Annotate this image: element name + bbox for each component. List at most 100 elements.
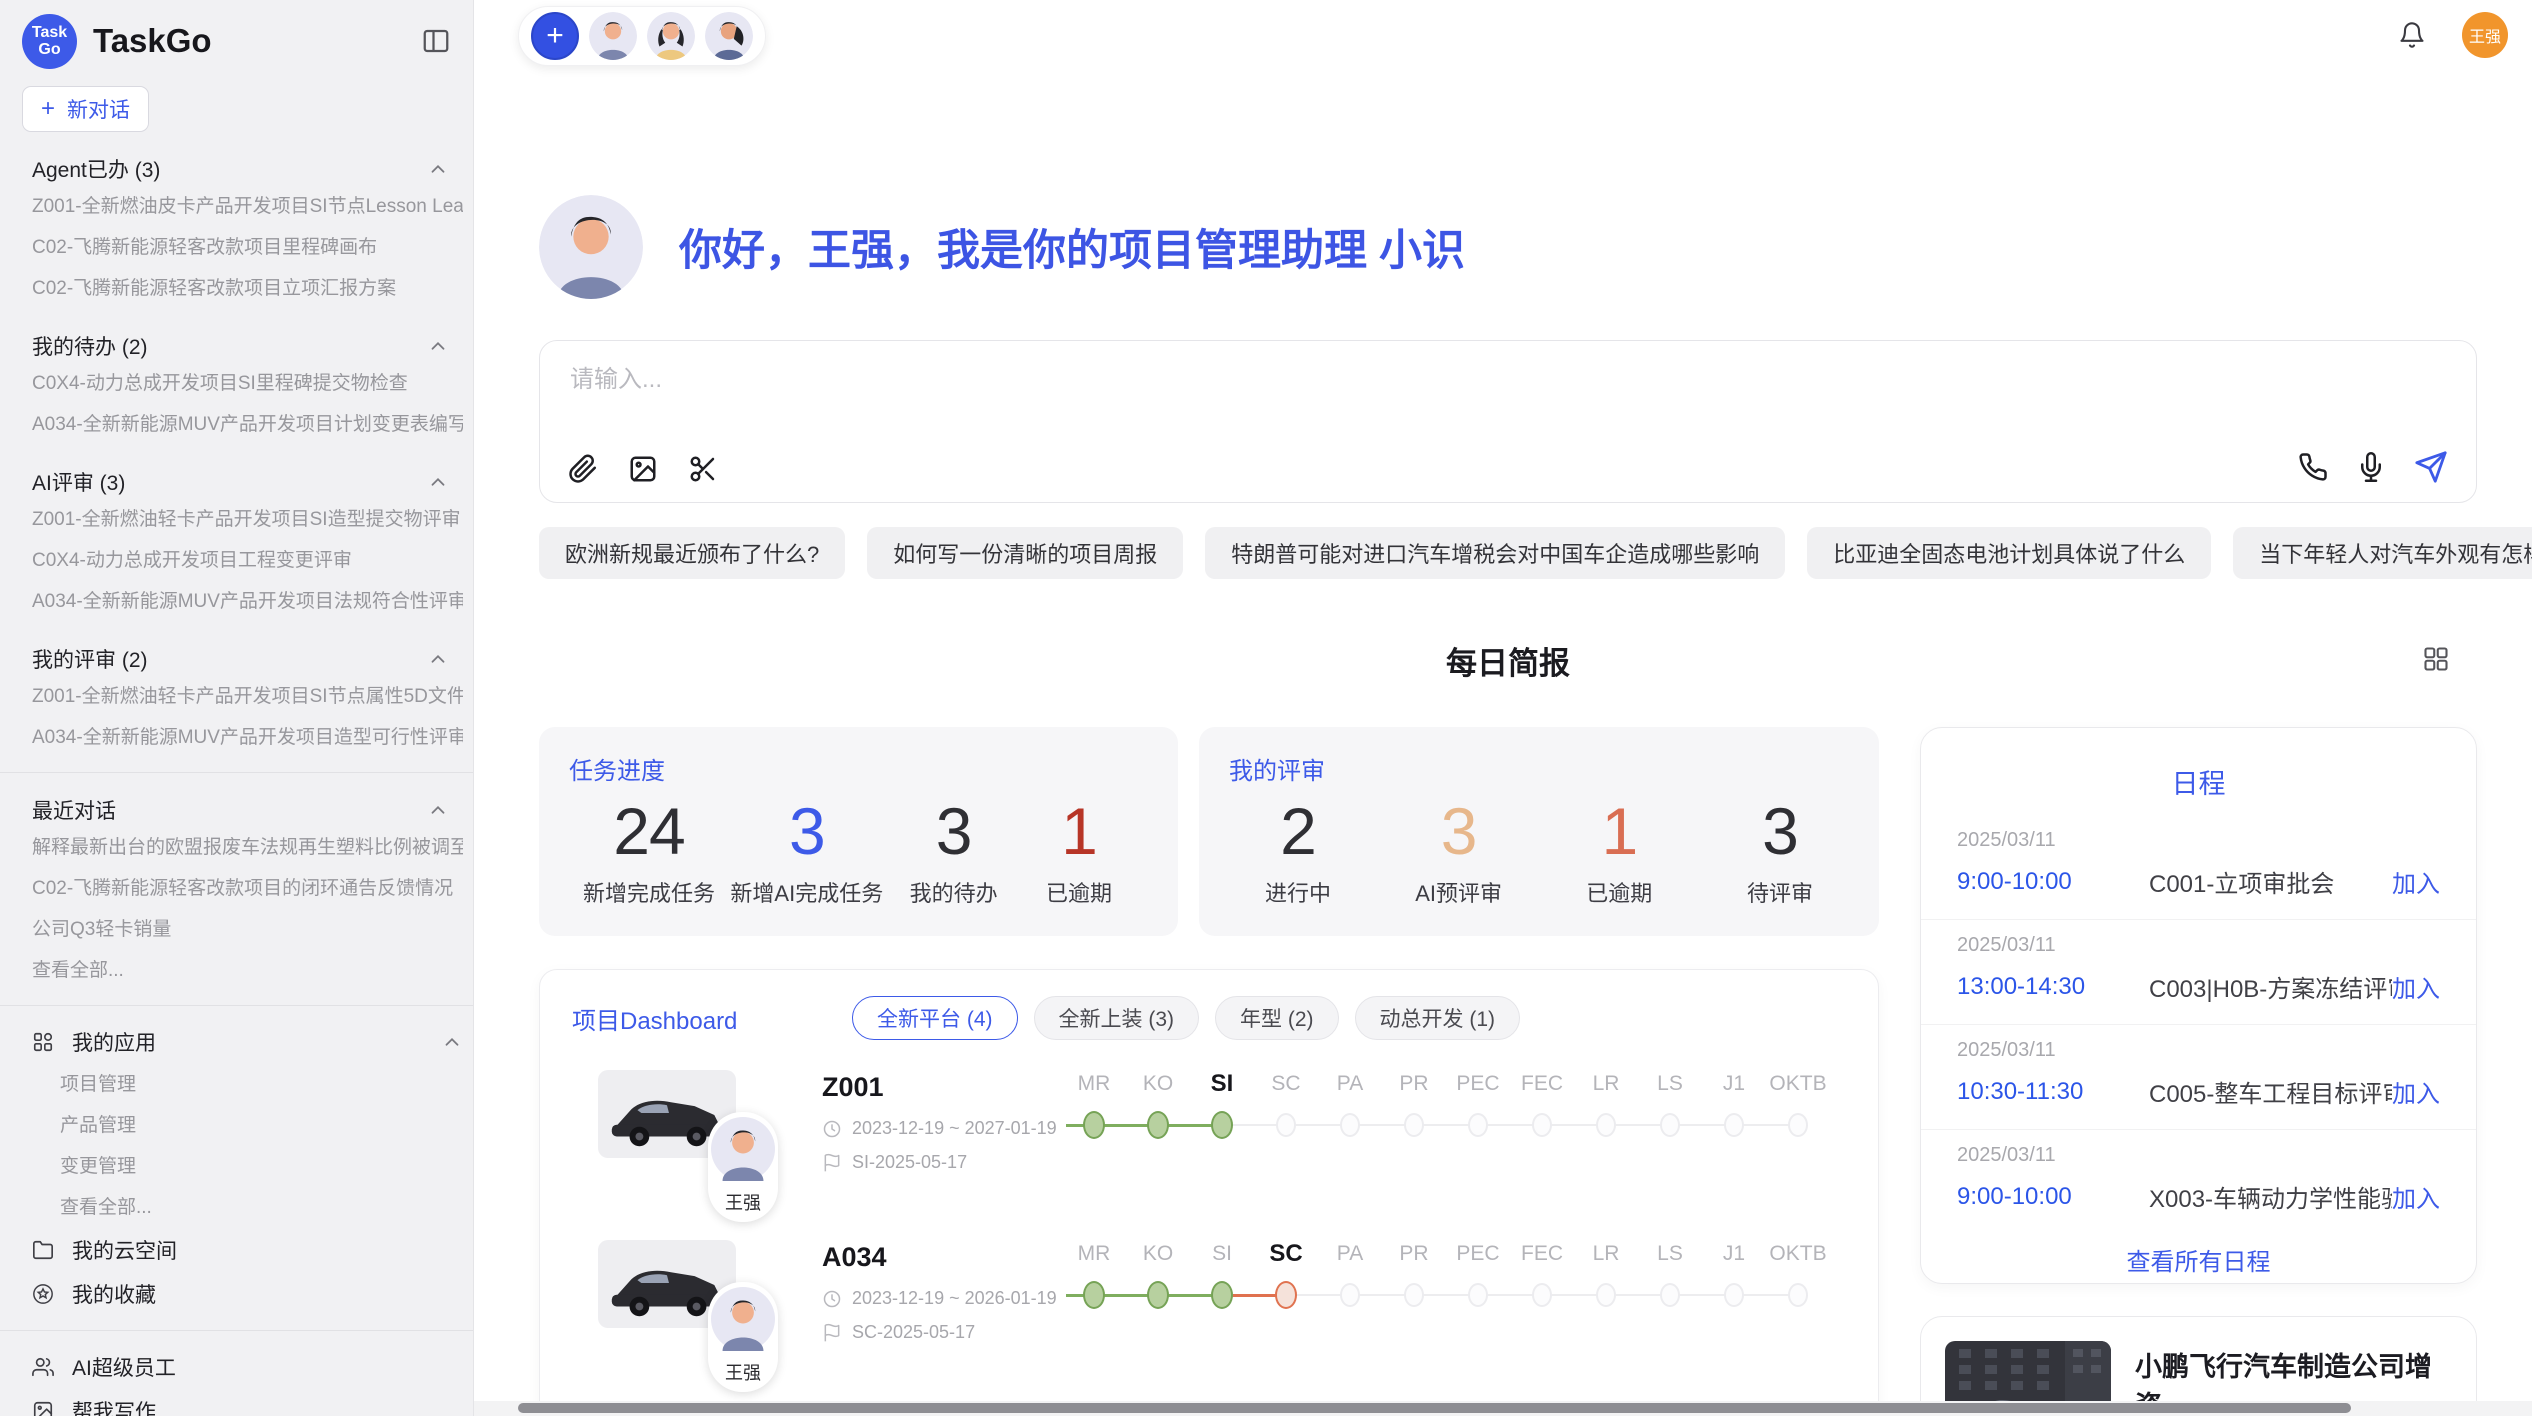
milestone-dot-todo[interactable] xyxy=(1404,1113,1424,1137)
recent-chat-item[interactable]: 公司Q3轻卡销量 xyxy=(32,909,463,950)
dashboard-filter-chip[interactable]: 动总开发 (1) xyxy=(1355,996,1521,1040)
sidebar-item[interactable]: C0X4-动力总成开发项目工程变更评审 xyxy=(32,540,463,581)
sidebar-item[interactable]: A034-全新新能源MUV产品开发项目计划变更表编写 xyxy=(32,404,463,445)
sidebar-item[interactable]: C02-飞腾新能源轻客改款项目立项汇报方案 xyxy=(32,268,463,309)
folder-icon xyxy=(32,1239,54,1261)
suggestion-chip[interactable]: 比亚迪全固态电池计划具体说了什么 xyxy=(1807,527,2211,579)
milestone-dot-todo[interactable] xyxy=(1468,1283,1488,1307)
milestone-dot-todo[interactable] xyxy=(1724,1113,1744,1137)
view-all-schedule-link[interactable]: 查看所有日程 xyxy=(1921,1242,2476,1277)
teammate-avatar[interactable] xyxy=(705,12,753,60)
image-icon[interactable] xyxy=(628,454,658,484)
suggestion-chip[interactable]: 如何写一份清晰的项目周报 xyxy=(867,527,1183,579)
app-item[interactable]: 变更管理 xyxy=(60,1146,463,1187)
sidebar-item[interactable]: A034-全新新能源MUV产品开发项目法规符合性评审 xyxy=(32,581,463,622)
notifications-bell-icon[interactable] xyxy=(2398,21,2426,49)
stat-value: 3 xyxy=(730,792,883,870)
sidebar-section-header[interactable]: 我的待办 (2) xyxy=(32,331,449,361)
horizontal-scrollbar-thumb[interactable] xyxy=(518,1403,2351,1413)
join-meeting-link[interactable]: 加入 xyxy=(2392,864,2440,899)
milestone-dot-done[interactable] xyxy=(1147,1281,1169,1309)
milestone-dot-todo[interactable] xyxy=(1596,1113,1616,1137)
stat-value: 24 xyxy=(583,792,715,870)
chat-input[interactable] xyxy=(568,365,1772,395)
app-item[interactable]: 项目管理 xyxy=(60,1064,463,1105)
project-owner-badge: 王强 xyxy=(708,1282,778,1392)
milestone-dot-todo[interactable] xyxy=(1532,1113,1552,1137)
greeting-text: 你好，王强，我是你的项目管理助理 小识 xyxy=(679,216,1465,278)
milestone-dot-todo[interactable] xyxy=(1788,1113,1808,1137)
dashboard-filter-chip[interactable]: 全新平台 (4) xyxy=(852,996,1018,1040)
sidebar-link[interactable]: 我的收藏 xyxy=(32,1272,463,1316)
sidebar-item[interactable]: Z001-全新燃油轻卡产品开发项目SI节点属性5D文件评审 xyxy=(32,676,463,717)
task-progress-card: 任务进度24新增完成任务3新增AI完成任务3我的待办1已逾期 xyxy=(539,727,1178,936)
dashboard-filter-chip[interactable]: 年型 (2) xyxy=(1215,996,1339,1040)
new-chat-button[interactable]: + 新对话 xyxy=(22,86,149,132)
milestone-dot-todo[interactable] xyxy=(1724,1283,1744,1307)
milestone-dot-todo[interactable] xyxy=(1660,1113,1680,1137)
dashboard-filter-chip[interactable]: 全新上装 (3) xyxy=(1034,996,1200,1040)
stat-label: 新增AI完成任务 xyxy=(730,876,883,908)
sidebar-collapse-icon[interactable] xyxy=(421,26,451,56)
apps-view-all-link[interactable]: 查看全部... xyxy=(60,1187,463,1228)
milestone-label: PA xyxy=(1318,1072,1382,1096)
milestone-dot-todo[interactable] xyxy=(1468,1113,1488,1137)
milestone-dot-done[interactable] xyxy=(1083,1111,1105,1139)
chevron-up-icon xyxy=(427,799,449,821)
project-row[interactable]: 王强A0342023-12-19 ~ 2026-01-19SC-2025-05-… xyxy=(540,1228,1878,1398)
sidebar-section-header[interactable]: 最近对话 xyxy=(32,795,449,825)
milestone-label: FEC xyxy=(1510,1242,1574,1266)
sidebar-item-my-apps[interactable]: 我的应用 xyxy=(32,1020,463,1064)
sidebar-item[interactable]: C02-飞腾新能源轻客改款项目里程碑画布 xyxy=(32,227,463,268)
milestone-dot-done[interactable] xyxy=(1083,1281,1105,1309)
suggestion-chip[interactable]: 当下年轻人对汽车外观有怎样的喜好趋势 xyxy=(2233,527,2532,579)
project-date-range: 2023-12-19 ~ 2027-01-19 xyxy=(822,1118,1057,1139)
stat-item: 1已逾期 xyxy=(1024,792,1134,908)
sidebar-item[interactable]: Z001-全新燃油轻卡产品开发项目SI造型提交物评审 xyxy=(32,499,463,540)
sidebar-tool[interactable]: 帮我写作 xyxy=(32,1389,463,1416)
app-item[interactable]: 产品管理 xyxy=(60,1105,463,1146)
milestone-dot-todo[interactable] xyxy=(1340,1113,1360,1137)
teammate-avatar[interactable] xyxy=(647,12,695,60)
milestone-dot-done[interactable] xyxy=(1211,1281,1233,1309)
milestone-dot-todo[interactable] xyxy=(1404,1283,1424,1307)
milestone-dot-todo[interactable] xyxy=(1276,1113,1296,1137)
milestone-dot-todo[interactable] xyxy=(1788,1283,1808,1307)
milestone-dot-todo[interactable] xyxy=(1532,1283,1552,1307)
my-apps-label: 我的应用 xyxy=(72,1027,156,1057)
milestone-dot-todo[interactable] xyxy=(1340,1283,1360,1307)
briefing-layout-icon[interactable] xyxy=(2422,645,2450,673)
sidebar-item[interactable]: A034-全新新能源MUV产品开发项目造型可行性评审 xyxy=(32,717,463,758)
milestone-dot-todo[interactable] xyxy=(1660,1283,1680,1307)
user-avatar[interactable]: 王强 xyxy=(2462,12,2508,58)
milestone-dot-done[interactable] xyxy=(1147,1111,1169,1139)
milestone-dot-overdue[interactable] xyxy=(1275,1281,1297,1309)
join-meeting-link[interactable]: 加入 xyxy=(2392,1179,2440,1214)
paperclip-icon[interactable] xyxy=(568,454,598,484)
sidebar-section-header[interactable]: AI评审 (3) xyxy=(32,467,449,497)
join-meeting-link[interactable]: 加入 xyxy=(2392,969,2440,1004)
sidebar-item[interactable]: C0X4-动力总成开发项目SI里程碑提交物检查 xyxy=(32,363,463,404)
suggestion-chip[interactable]: 特朗普可能对进口汽车增税会对中国车企造成哪些影响 xyxy=(1205,527,1785,579)
recent-chat-item[interactable]: 解释最新出台的欧盟报废车法规再生塑料比例被调至15%... xyxy=(32,827,463,868)
scissors-icon[interactable] xyxy=(688,454,718,484)
sidebar-section-header[interactable]: Agent已办 (3) xyxy=(32,154,449,184)
sidebar-section-header[interactable]: 我的评审 (2) xyxy=(32,644,449,674)
milestone-dot-done[interactable] xyxy=(1211,1111,1233,1139)
add-member-button[interactable]: + xyxy=(531,12,579,60)
suggestion-chip[interactable]: 欧洲新规最近颁布了什么? xyxy=(539,527,845,579)
sidebar-item[interactable]: Z001-全新燃油皮卡产品开发项目SI节点Lesson Learn报告 xyxy=(32,186,463,227)
milestone-dot-todo[interactable] xyxy=(1596,1283,1616,1307)
microphone-icon[interactable] xyxy=(2356,452,2386,482)
teammate-avatar[interactable] xyxy=(589,12,637,60)
project-row[interactable]: 王强Z0012023-12-19 ~ 2027-01-19SI-2025-05-… xyxy=(540,1058,1878,1228)
recent-chat-item[interactable]: C02-飞腾新能源轻客改款项目的闭环通告反馈情况 xyxy=(32,868,463,909)
sidebar-tool[interactable]: AI超级员工 xyxy=(32,1345,463,1389)
sidebar-link[interactable]: 我的云空间 xyxy=(32,1228,463,1272)
project-rows: 王强Z0012023-12-19 ~ 2027-01-19SI-2025-05-… xyxy=(540,1058,1878,1416)
send-icon[interactable] xyxy=(2414,450,2448,484)
join-meeting-link[interactable]: 加入 xyxy=(2392,1074,2440,1109)
clock-icon xyxy=(822,1119,842,1139)
recent-view-all-link[interactable]: 查看全部... xyxy=(32,950,463,991)
phone-icon[interactable] xyxy=(2298,452,2328,482)
